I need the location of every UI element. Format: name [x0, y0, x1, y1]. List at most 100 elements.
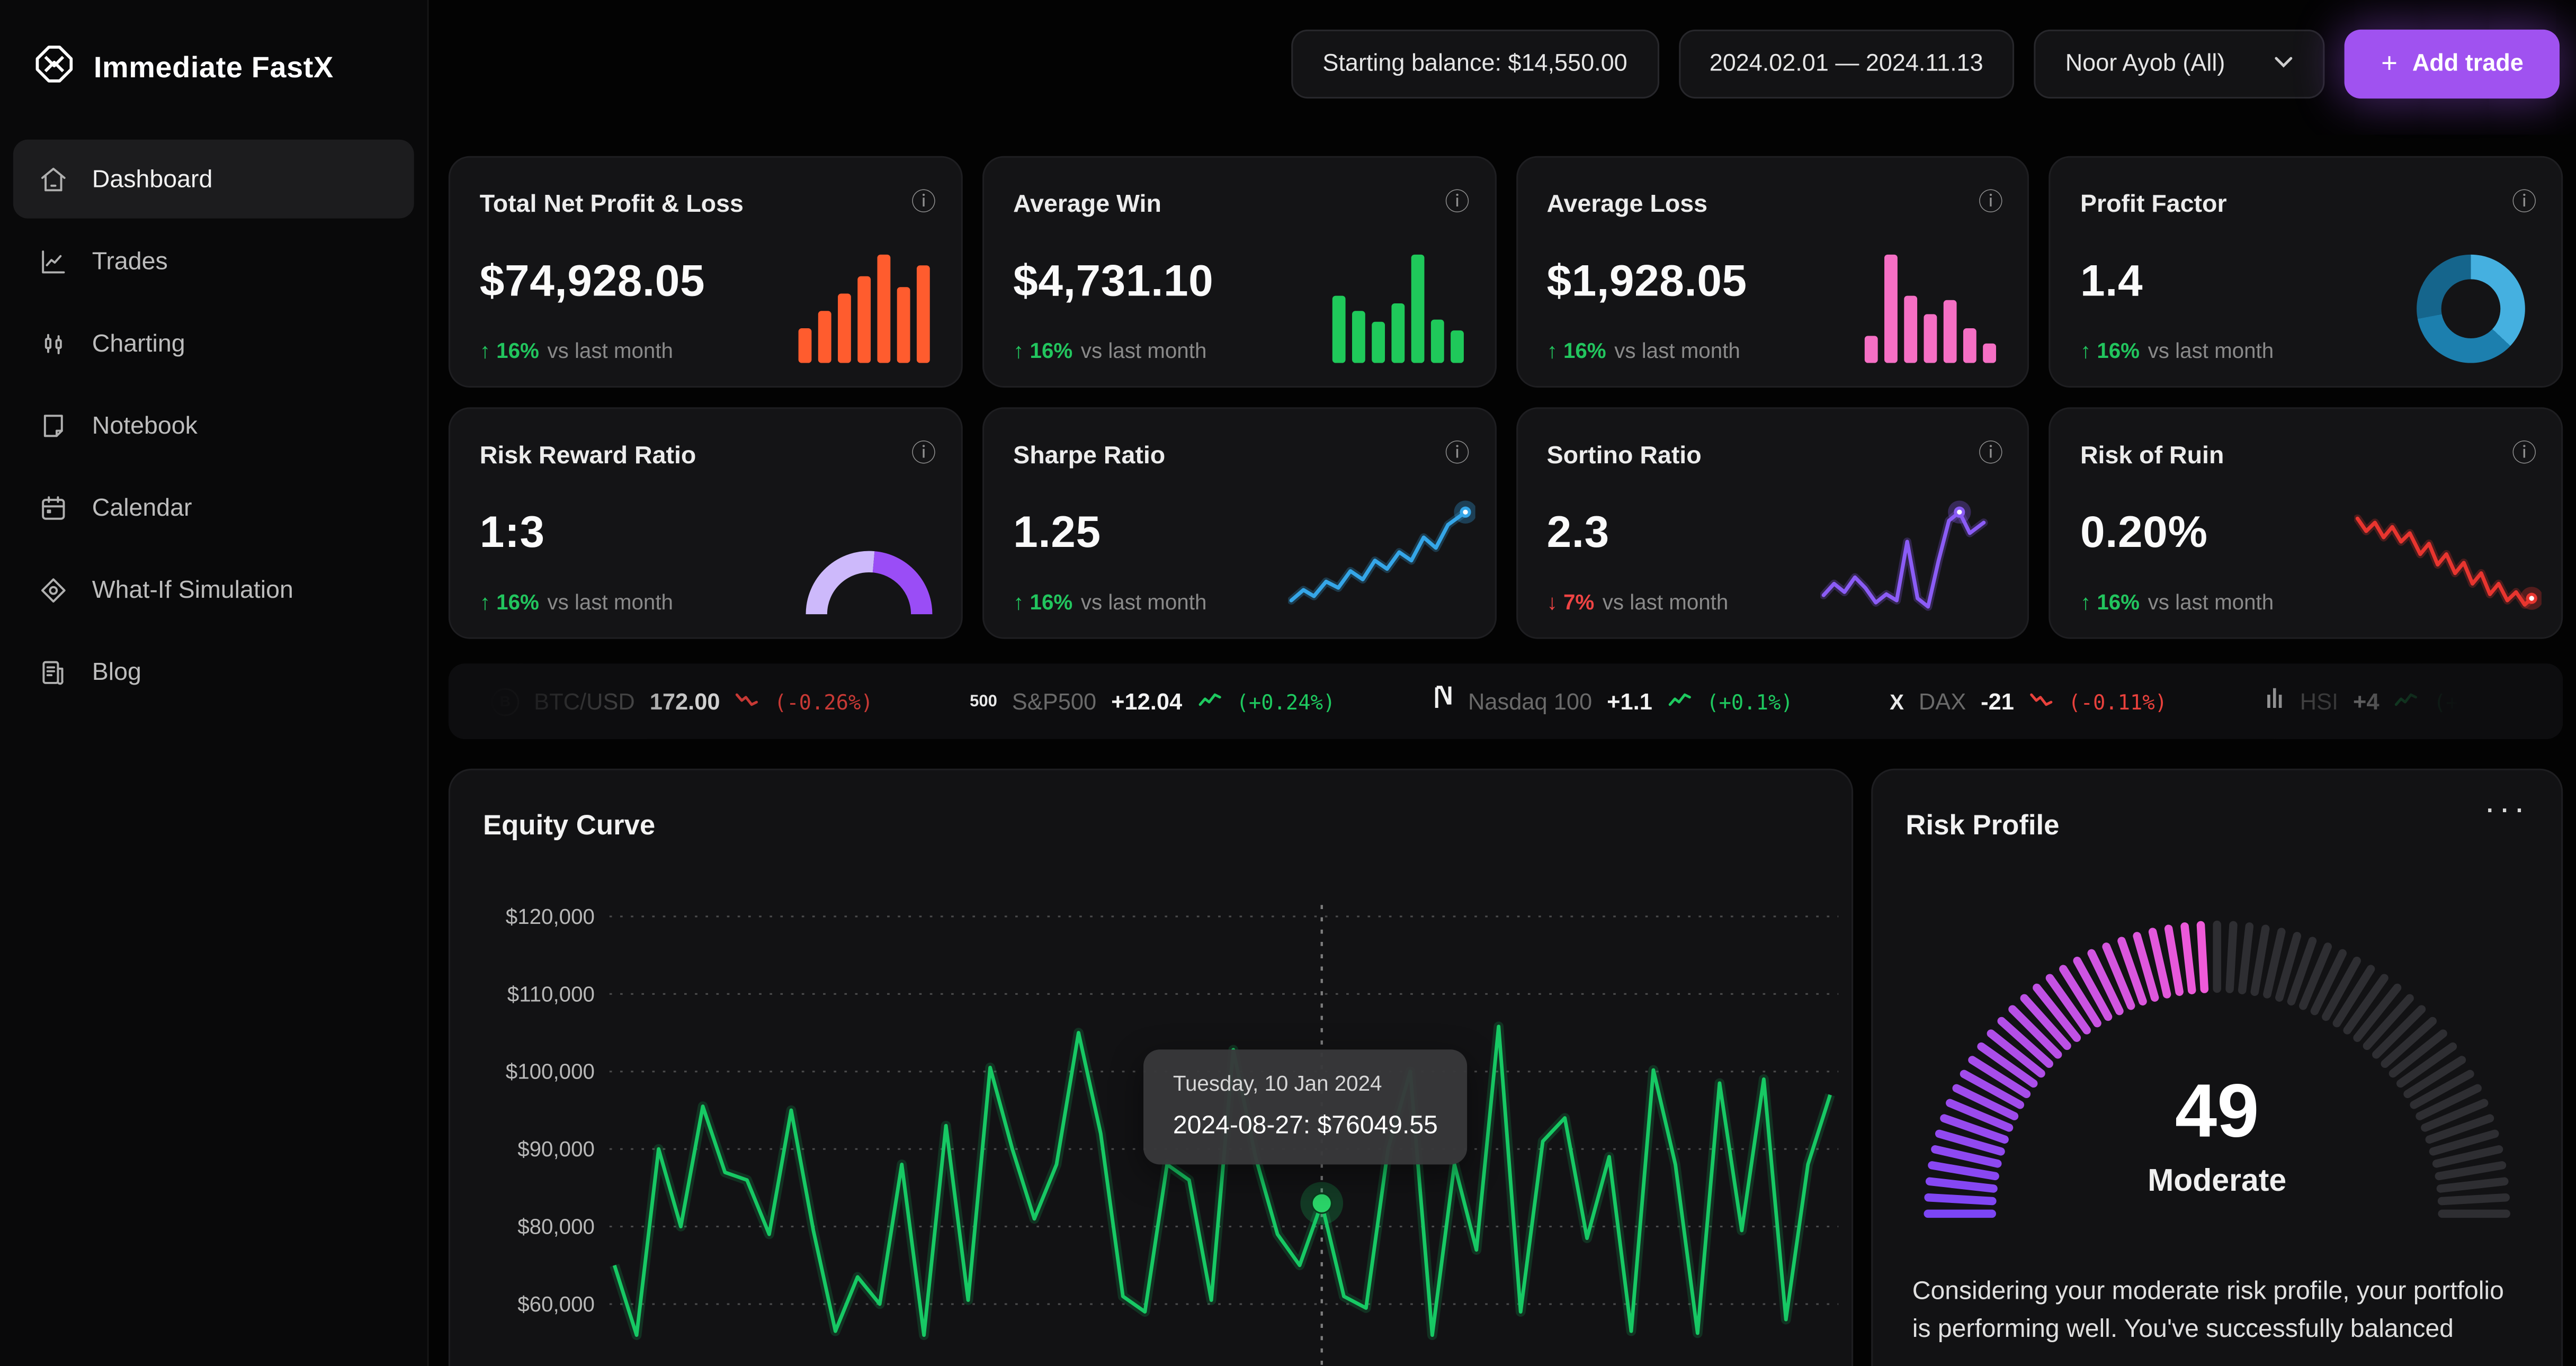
- starting-balance-label: Starting balance: $14,550.00: [1322, 51, 1627, 77]
- sidebar-item-label: Notebook: [92, 411, 198, 439]
- screen: Immediate FastX Dashboard Trades Charting N…: [0, 0, 2576, 1366]
- svg-text:$100,000: $100,000: [506, 1059, 595, 1084]
- arrow-up-icon: ↑ 16%: [1013, 589, 1073, 615]
- stat-card-sharpe-ratio: Sharpe Ratio ⓘ 1.25 ↑ 16% vs last month: [982, 407, 1496, 639]
- ticker-change: (+0.2%): [2433, 689, 2520, 714]
- sidebar-item-label: Blog: [92, 658, 141, 686]
- account-select[interactable]: Noor Ayob (All): [2034, 29, 2325, 99]
- brand: Immediate FastX: [0, 0, 427, 94]
- delta-note: vs last month: [1080, 338, 1207, 363]
- tooltip-value: 2024-08-27: $76049.55: [1173, 1112, 1438, 1140]
- delta-note: vs last month: [547, 589, 674, 615]
- info-icon[interactable]: ⓘ: [1979, 184, 2003, 218]
- starting-balance-pill: Starting balance: $14,550.00: [1291, 29, 1659, 99]
- risk-profile-panel: Risk Profile ··· 49 Moderate Considering…: [1871, 768, 2563, 1366]
- bottom-panels: Equity Curve $120,000 $110,000 $100,000 $90…: [448, 768, 2563, 1366]
- info-icon[interactable]: ⓘ: [911, 435, 936, 470]
- delta-note: vs last month: [2148, 338, 2274, 363]
- ticker-change: (+0.24%): [1236, 689, 1336, 714]
- svg-text:$80,000: $80,000: [517, 1215, 595, 1239]
- calendar-icon: [36, 491, 69, 524]
- sidebar-item-trades[interactable]: Trades: [13, 222, 414, 301]
- stat-card-value: $1,928.05: [1546, 256, 1747, 305]
- risk-score: 49: [2175, 1067, 2259, 1153]
- stat-card-value: 1:3: [479, 507, 545, 557]
- stat-card-value: $4,731.10: [1013, 256, 1214, 305]
- profit-factor-donut-chart: [2417, 254, 2525, 363]
- stat-card-delta: ↑ 16% vs last month: [2080, 338, 2274, 363]
- sidebar-item-calendar[interactable]: Calendar: [13, 468, 414, 547]
- svg-text:$110,000: $110,000: [507, 982, 595, 1006]
- sidebar-item-what-if-simulation[interactable]: What-If Simulation: [13, 550, 414, 629]
- ticker-symbol: DAX: [1918, 688, 1966, 715]
- add-trade-button[interactable]: + Add trade: [2345, 29, 2560, 99]
- svg-text:$60,000: $60,000: [517, 1292, 595, 1316]
- info-icon[interactable]: ⓘ: [911, 184, 936, 218]
- info-icon[interactable]: ⓘ: [1979, 435, 2003, 470]
- trend-down-icon: [735, 687, 759, 716]
- sidebar-item-blog[interactable]: Blog: [13, 632, 414, 711]
- delta-note: vs last month: [1614, 338, 1740, 363]
- arrow-up-icon: ↑ 16%: [2080, 589, 2140, 615]
- trend-up-icon: [2394, 687, 2419, 716]
- risk-description: Considering your moderate risk profile, …: [1912, 1278, 2504, 1344]
- equity-curve-panel: Equity Curve $120,000 $110,000 $100,000 $90…: [448, 768, 1854, 1366]
- arrow-up-icon: ↑ 16%: [1013, 338, 1073, 363]
- sidebar-item-notebook[interactable]: Notebook: [13, 386, 414, 465]
- chevron-down-icon: [2274, 54, 2294, 74]
- info-icon[interactable]: ⓘ: [1445, 435, 1470, 470]
- stat-card-title: Profit Factor: [2080, 190, 2227, 219]
- delta-note: vs last month: [1602, 589, 1729, 615]
- sidebar-item-charting[interactable]: Charting: [13, 304, 414, 383]
- stat-cards: Total Net Profit & Loss ⓘ $74,928.05 ↑ 16% v…: [448, 156, 2563, 639]
- sidebar-item-label: Charting: [92, 329, 185, 357]
- more-menu-icon[interactable]: ···: [2484, 790, 2528, 829]
- nasdaq-icon: [1432, 685, 1453, 718]
- ticker-item-s-p500: 500 S&P500 +12.04 (+0.24%): [970, 687, 1335, 716]
- stat-card-delta: ↑ 16% vs last month: [480, 590, 673, 615]
- ticker-item-nasdaq-100: Nasdaq 100 +1.1 (+0.1%): [1432, 685, 1793, 718]
- date-range-picker[interactable]: 2024.02.01 — 2024.11.13: [1678, 29, 2015, 99]
- sidebar: Immediate FastX Dashboard Trades Charting N…: [0, 0, 429, 1366]
- stat-card-value: 1.25: [1013, 507, 1101, 557]
- sidebar-item-label: What-If Simulation: [92, 576, 293, 604]
- equity-curve-title: Equity Curve: [483, 810, 656, 841]
- chart-tooltip: Tuesday, 10 Jan 2024 2024-08-27: $76049.…: [1143, 1049, 1468, 1165]
- stat-card-profit-factor: Profit Factor ⓘ 1.4 ↑ 16% vs last month: [2049, 156, 2563, 388]
- stat-card-delta: ↑ 16% vs last month: [2080, 590, 2274, 615]
- simulation-icon: [36, 573, 69, 606]
- ticker-item-hsi: HSI +4 (+0.2%): [2264, 685, 2520, 718]
- ticker-symbol: BTC/USD: [534, 688, 635, 715]
- arrow-up-icon: ↑ 16%: [479, 338, 539, 363]
- ticker-symbol: HSI: [2300, 688, 2339, 715]
- stat-card-delta: ↑ 16% vs last month: [1013, 338, 1206, 363]
- ticker-change: (-0.11%): [2068, 689, 2168, 714]
- account-select-label: Noor Ayob (All): [2065, 51, 2225, 77]
- risk-level: Moderate: [2148, 1164, 2287, 1199]
- ticker-change: (+0.1%): [1706, 689, 1793, 714]
- stat-card-value: 0.20%: [2080, 507, 2208, 557]
- ticker-value: +1.1: [1607, 688, 1652, 715]
- charting-icon: [36, 327, 69, 360]
- trades-icon: [36, 245, 69, 277]
- topbar: Starting balance: $14,550.00 2024.02.01 …: [427, 29, 2560, 99]
- trend-down-icon: [2029, 687, 2054, 716]
- hsi-icon: [2264, 685, 2285, 718]
- svg-text:$120,000: $120,000: [506, 904, 595, 929]
- arrow-up-icon: ↑ 16%: [2080, 338, 2140, 363]
- info-icon[interactable]: ⓘ: [2512, 184, 2537, 218]
- sidebar-item-dashboard[interactable]: Dashboard: [13, 139, 414, 219]
- plus-icon: +: [2381, 47, 2398, 79]
- sparkline-line-chart: [1287, 500, 1475, 605]
- stat-card-title: Sortino Ratio: [1546, 442, 1702, 470]
- brand-logo-icon: [33, 43, 76, 94]
- stat-card-delta: ↓ 7% vs last month: [1547, 590, 1729, 615]
- info-icon[interactable]: ⓘ: [2512, 435, 2537, 470]
- ticker-item-dax: X DAX -21 (-0.11%): [1890, 687, 2167, 716]
- app-root: Immediate FastX Dashboard Trades Charting N…: [0, 0, 2576, 1366]
- blog-icon: [36, 655, 69, 688]
- arrow-up-icon: ↑ 16%: [479, 589, 539, 615]
- info-icon[interactable]: ⓘ: [1445, 184, 1470, 218]
- arrow-down-icon: ↓ 7%: [1546, 589, 1595, 615]
- add-trade-label: Add trade: [2412, 51, 2524, 77]
